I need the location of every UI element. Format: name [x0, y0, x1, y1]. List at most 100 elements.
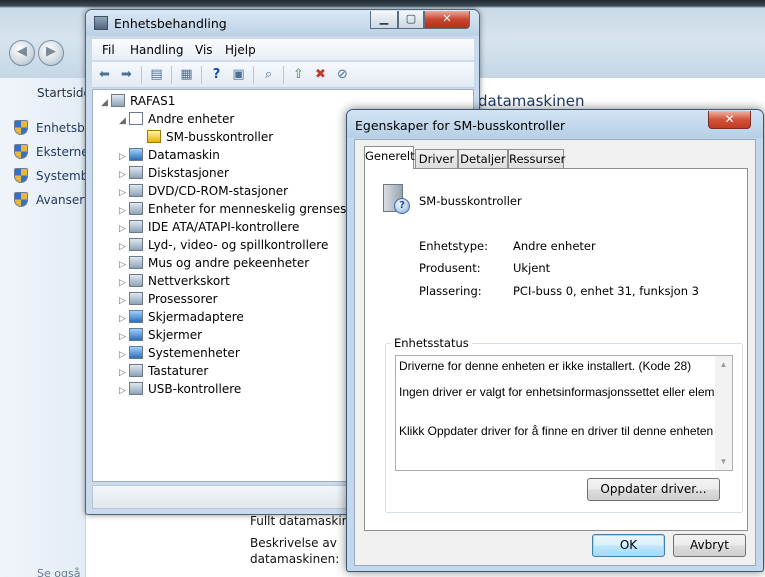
sidebar-link-advanced[interactable]: Avansert — [14, 192, 86, 210]
tree-item-sound[interactable]: ▷ Lyd-, video- og spillkontrollere — [119, 236, 328, 254]
system-icon — [129, 346, 143, 359]
menu-action[interactable]: Handling — [130, 43, 184, 57]
tree-item-mice[interactable]: ▷ Mus og andre pekeenheter — [119, 254, 309, 272]
forward-arrow-icon: ▶ — [46, 44, 56, 59]
tree-root[interactable]: ◢ RAFAS1 — [101, 92, 175, 110]
uninstall-icon[interactable]: ✖ — [312, 67, 329, 83]
tree-item-label: IDE ATA/ATAPI-kontrollere — [148, 220, 300, 234]
tree-item-computer[interactable]: ▷ Datamaskin — [119, 146, 220, 164]
sidebar-link-label: Avansert — [36, 193, 86, 207]
tree-item-label: USB-kontrollere — [148, 382, 242, 396]
forward-arrow-icon[interactable]: ➡ — [118, 67, 135, 83]
toolbar-separator — [141, 66, 142, 84]
sidebar-link-label: Systembe — [36, 169, 86, 183]
ide-icon — [129, 220, 143, 233]
collapse-icon[interactable]: ◢ — [101, 94, 111, 112]
tab-driver[interactable]: Driver — [415, 149, 458, 168]
tab-resources[interactable]: Ressurser — [508, 149, 565, 168]
toolbar-separator — [283, 66, 284, 84]
view-icon[interactable]: ▣ — [230, 67, 247, 83]
tree-item-ide[interactable]: ▷ IDE ATA/ATAPI-kontrollere — [119, 218, 299, 236]
see-also-heading: Se også — [37, 567, 81, 577]
back-arrow-icon[interactable]: ⬅ — [96, 67, 113, 83]
description-label-2: datamaskinen: — [250, 552, 340, 566]
device-type-label: Enhetstype: — [419, 239, 488, 253]
menu-help[interactable]: Hjelp — [225, 43, 256, 57]
collapse-icon[interactable]: ◢ — [119, 112, 129, 130]
tree-item-monitors[interactable]: ▷ Skjermer — [119, 326, 202, 344]
toolbar-separator — [201, 66, 202, 84]
disk-icon — [129, 166, 143, 179]
menu-file[interactable]: Fil — [102, 43, 115, 57]
sidebar-link-remote[interactable]: Eksterne — [14, 144, 86, 162]
device-type-value: Andre enheter — [513, 239, 596, 253]
scroll-down-icon[interactable]: ▼ — [715, 453, 732, 470]
tree-item-network[interactable]: ▷ Nettverkskort — [119, 272, 230, 290]
tree-item-label: Lyd-, video- og spillkontrollere — [148, 238, 329, 252]
general-tab-panel: ? SM-busskontroller Enhetstype: Andre en… — [364, 168, 748, 531]
manufacturer-label: Produsent: — [419, 261, 481, 275]
dialog-close-button[interactable]: ✕ — [708, 111, 751, 129]
tree-item-disk-drives[interactable]: ▷ Diskstasjoner — [119, 164, 229, 182]
back-nav-button[interactable]: ◀ — [9, 40, 35, 66]
update-driver-button[interactable]: Oppdater driver... — [587, 478, 720, 501]
sidebar-home-link[interactable]: Startside — [37, 86, 91, 100]
scroll-up-icon[interactable]: ▲ — [715, 356, 732, 373]
processor-icon — [129, 292, 143, 305]
tree-item-sm-bus-controller[interactable]: SM-busskontroller — [147, 128, 273, 146]
device-status-legend: Enhetsstatus — [391, 336, 472, 350]
show-hide-icon[interactable]: ▤ — [148, 67, 165, 83]
tab-general[interactable]: Generelt — [364, 146, 415, 169]
status-scrollbar[interactable]: ▲ ▼ — [715, 356, 732, 470]
sidebar-link-device-manager[interactable]: Enhetsbe — [14, 120, 86, 138]
minimize-button[interactable]: ▁ — [370, 11, 398, 29]
cancel-button[interactable]: Avbryt — [673, 534, 746, 557]
toolbar: ⬅ ➡ ▤ ▦ ? ▣ ⌕ ⇧ ✖ ⊘ — [92, 62, 474, 88]
disable-icon[interactable]: ⊘ — [334, 67, 351, 83]
status-line: Klikk Oppdater driver for å finne en dri… — [399, 424, 714, 438]
expand-icon[interactable]: ▷ — [119, 382, 129, 400]
tree-item-usb[interactable]: ▷ USB-kontrollere — [119, 380, 241, 398]
help-icon[interactable]: ? — [208, 67, 225, 83]
tree-item-label: Skjermadaptere — [148, 310, 244, 324]
menu-view[interactable]: Vis — [195, 43, 213, 57]
shield-icon — [14, 120, 28, 135]
dialog-titlebar[interactable]: Egenskaper for SM-busskontroller ✕ — [347, 110, 763, 138]
scan-icon[interactable]: ⌕ — [260, 67, 277, 83]
tree-item-label: Datamaskin — [148, 148, 220, 162]
computer-icon — [129, 148, 143, 161]
ok-button[interactable]: OK — [592, 534, 665, 557]
properties-dialog: Egenskaper for SM-busskontroller ✕ Gener… — [346, 109, 764, 572]
tree-item-other-devices[interactable]: ◢ Andre enheter — [119, 110, 234, 128]
tree-item-hid[interactable]: ▷ Enheter for menneskelig grensesnitt — [119, 200, 367, 218]
forward-nav-button[interactable]: ▶ — [38, 40, 64, 66]
shield-icon — [14, 144, 28, 159]
device-status-textbox[interactable]: Driverne for denne enheten er ikke insta… — [395, 355, 733, 471]
shield-icon — [14, 168, 28, 183]
tab-details[interactable]: Detaljer — [458, 149, 508, 168]
shield-icon — [14, 192, 28, 207]
unknown-device-icon: ? — [383, 184, 410, 214]
control-panel-heading: datamaskinen — [478, 92, 585, 110]
question-device-icon — [129, 112, 143, 125]
hid-icon — [129, 202, 143, 215]
tree-item-label: Nettverkskort — [148, 274, 230, 288]
device-manager-titlebar[interactable]: Enhetsbehandling ▁ ▢ ✕ — [86, 10, 479, 36]
properties-icon[interactable]: ▦ — [178, 67, 195, 83]
status-line: Driverne for denne enheten er ikke insta… — [399, 359, 692, 373]
sidebar-link-label: Enhetsbe — [36, 121, 86, 135]
tree-item-system-devices[interactable]: ▷ Systemenheter — [119, 344, 240, 362]
tree-item-dvd-drives[interactable]: ▷ DVD/CD-ROM-stasjoner — [119, 182, 288, 200]
sound-icon — [129, 238, 143, 251]
update-driver-icon[interactable]: ⇧ — [290, 67, 307, 83]
tree-item-keyboards[interactable]: ▷ Tastaturer — [119, 362, 208, 380]
tree-item-label: Diskstasjoner — [148, 166, 229, 180]
tree-item-label: DVD/CD-ROM-stasjoner — [148, 184, 289, 198]
close-button[interactable]: ✕ — [424, 11, 470, 29]
tree-root-label: RAFAS1 — [130, 94, 176, 108]
maximize-button[interactable]: ▢ — [398, 11, 424, 29]
menu-bar: Fil Handling Vis Hjelp — [92, 39, 474, 61]
tree-item-processors[interactable]: ▷ Prosessorer — [119, 290, 218, 308]
sidebar-link-system-protection[interactable]: Systembe — [14, 168, 86, 186]
tree-item-display-adapters[interactable]: ▷ Skjermadaptere — [119, 308, 244, 326]
